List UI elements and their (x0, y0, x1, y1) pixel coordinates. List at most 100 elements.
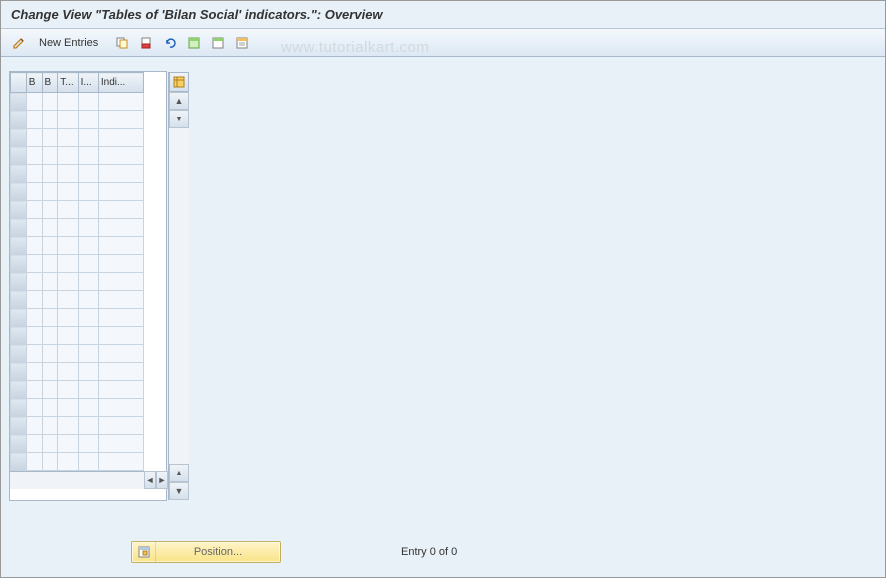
table-row[interactable] (11, 381, 144, 399)
row-selector[interactable] (11, 399, 27, 417)
grid-cell[interactable] (78, 453, 98, 471)
grid-cell[interactable] (26, 183, 42, 201)
grid-cell[interactable] (42, 201, 58, 219)
grid-cell[interactable] (42, 291, 58, 309)
grid-cell[interactable] (42, 435, 58, 453)
grid-cell[interactable] (78, 129, 98, 147)
grid-cell[interactable] (78, 165, 98, 183)
grid-cell[interactable] (98, 381, 143, 399)
grid-cell[interactable] (26, 273, 42, 291)
grid-cell[interactable] (78, 291, 98, 309)
grid-cell[interactable] (26, 453, 42, 471)
grid-cell[interactable] (98, 345, 143, 363)
row-selector[interactable] (11, 453, 27, 471)
row-selector[interactable] (11, 237, 27, 255)
table-row[interactable] (11, 147, 144, 165)
scroll-up-button[interactable]: ▲ (169, 92, 189, 110)
grid-cell[interactable] (42, 345, 58, 363)
position-button[interactable]: Position... (131, 541, 281, 563)
grid-cell[interactable] (78, 399, 98, 417)
scroll-right-button[interactable]: ► (156, 471, 168, 489)
table-row[interactable] (11, 129, 144, 147)
table-row[interactable] (11, 309, 144, 327)
grid-cell[interactable] (26, 363, 42, 381)
grid-cell[interactable] (26, 129, 42, 147)
table-row[interactable] (11, 417, 144, 435)
deselect-all-icon[interactable] (208, 33, 228, 53)
grid-cell[interactable] (42, 255, 58, 273)
grid-cell[interactable] (42, 453, 58, 471)
grid-cell[interactable] (58, 219, 78, 237)
grid-cell[interactable] (98, 453, 143, 471)
grid-cell[interactable] (58, 183, 78, 201)
row-selector[interactable] (11, 309, 27, 327)
table-row[interactable] (11, 273, 144, 291)
grid-cell[interactable] (78, 381, 98, 399)
grid-cell[interactable] (26, 255, 42, 273)
grid-cell[interactable] (26, 345, 42, 363)
grid-cell[interactable] (98, 111, 143, 129)
grid-cell[interactable] (98, 255, 143, 273)
grid-cell[interactable] (78, 273, 98, 291)
grid-cell[interactable] (78, 417, 98, 435)
grid-cell[interactable] (98, 399, 143, 417)
grid-cell[interactable] (78, 255, 98, 273)
grid-cell[interactable] (98, 93, 143, 111)
grid-cell[interactable] (26, 399, 42, 417)
grid-cell[interactable] (98, 219, 143, 237)
copy-icon[interactable] (112, 33, 132, 53)
grid-cell[interactable] (42, 93, 58, 111)
grid-cell[interactable] (98, 165, 143, 183)
row-selector[interactable] (11, 201, 27, 219)
grid-cell[interactable] (58, 363, 78, 381)
grid-cell[interactable] (78, 363, 98, 381)
grid-cell[interactable] (26, 309, 42, 327)
grid-cell[interactable] (58, 327, 78, 345)
grid-cell[interactable] (26, 93, 42, 111)
row-selector[interactable] (11, 435, 27, 453)
grid-cell[interactable] (26, 381, 42, 399)
undo-icon[interactable] (160, 33, 180, 53)
grid-cell[interactable] (58, 165, 78, 183)
row-selector[interactable] (11, 417, 27, 435)
grid-cell[interactable] (58, 309, 78, 327)
grid-header-sel[interactable] (11, 73, 27, 93)
table-row[interactable] (11, 111, 144, 129)
grid-cell[interactable] (58, 273, 78, 291)
grid-cell[interactable] (98, 417, 143, 435)
grid-cell[interactable] (42, 237, 58, 255)
new-entries-button[interactable]: New Entries (33, 35, 104, 51)
grid-cell[interactable] (78, 93, 98, 111)
grid-cell[interactable] (42, 363, 58, 381)
table-row[interactable] (11, 201, 144, 219)
grid-cell[interactable] (58, 345, 78, 363)
grid-cell[interactable] (98, 147, 143, 165)
grid-cell[interactable] (42, 165, 58, 183)
grid-header-i[interactable]: I... (78, 73, 98, 93)
grid-cell[interactable] (98, 327, 143, 345)
grid-cell[interactable] (58, 381, 78, 399)
grid-cell[interactable] (58, 111, 78, 129)
grid-cell[interactable] (42, 129, 58, 147)
grid-cell[interactable] (98, 237, 143, 255)
grid-cell[interactable] (58, 129, 78, 147)
row-selector[interactable] (11, 93, 27, 111)
vscroll-track[interactable] (169, 128, 189, 464)
row-selector[interactable] (11, 345, 27, 363)
row-selector[interactable] (11, 147, 27, 165)
grid-cell[interactable] (58, 417, 78, 435)
grid-cell[interactable] (98, 435, 143, 453)
scroll-down-button[interactable]: ▼ (169, 482, 189, 500)
table-row[interactable] (11, 183, 144, 201)
grid-cell[interactable] (42, 183, 58, 201)
grid-cell[interactable] (26, 417, 42, 435)
table-row[interactable] (11, 165, 144, 183)
grid-cell[interactable] (58, 291, 78, 309)
row-selector[interactable] (11, 219, 27, 237)
grid-cell[interactable] (26, 291, 42, 309)
grid-header-t[interactable]: T... (58, 73, 78, 93)
grid-cell[interactable] (78, 237, 98, 255)
table-row[interactable] (11, 399, 144, 417)
grid-cell[interactable] (26, 219, 42, 237)
grid-cell[interactable] (58, 453, 78, 471)
